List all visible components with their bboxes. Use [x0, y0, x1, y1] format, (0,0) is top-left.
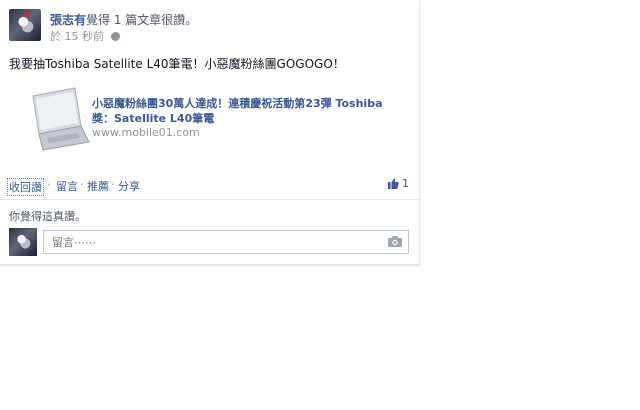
story-headline: 張志有覺得 1 篇文章很讚。: [50, 11, 197, 28]
timestamp[interactable]: 於 15 秒前: [50, 30, 104, 43]
avatar[interactable]: [9, 9, 41, 41]
avatar-accent: [24, 12, 30, 18]
story-action: 覺得 1 篇文章很讚。: [86, 13, 198, 27]
comment-box[interactable]: [43, 230, 409, 254]
recommend-link[interactable]: 推薦: [87, 178, 109, 194]
comment-link[interactable]: 留言: [56, 178, 78, 194]
post-text: 我要抽Toshiba Satellite L40筆電！小惡魔粉絲團GOGOGO！: [9, 57, 345, 71]
camera-icon[interactable]: [388, 236, 402, 247]
link-preview[interactable]: 小惡魔粉絲團30萬人達成！連積慶祝活動第23彈 Toshiba 獎：Satell…: [9, 78, 409, 156]
like-sentence: 你覺得這真讚。: [9, 210, 86, 223]
actions-bar: 收回讚 · 留言 · 推薦 · 分享 1: [7, 177, 411, 196]
story-meta: 於 15 秒前: [50, 28, 120, 44]
comment-input[interactable]: [50, 235, 374, 250]
author-name[interactable]: 張志有: [50, 13, 86, 27]
link-domain: www.mobile01.com: [92, 126, 200, 139]
separator: ·: [47, 178, 51, 191]
like-count[interactable]: 1: [387, 177, 409, 190]
laptop-icon[interactable]: [27, 86, 93, 152]
separator: ·: [80, 178, 84, 191]
link-title[interactable]: 小惡魔粉絲團30萬人達成！連積慶祝活動第23彈 Toshiba 獎：Satell…: [92, 96, 392, 126]
share-link[interactable]: 分享: [118, 178, 140, 194]
like-count-number[interactable]: 1: [402, 177, 409, 190]
separator: ·: [111, 178, 115, 191]
thumbs-up-icon: [387, 178, 399, 189]
globe-icon[interactable]: [110, 32, 120, 41]
unlike-button[interactable]: 收回讚: [7, 178, 44, 196]
feed-story: 張志有覺得 1 篇文章很讚。 於 15 秒前 我要抽Toshiba Satell…: [0, 0, 420, 265]
commenter-avatar: [9, 228, 37, 256]
divider: [0, 199, 419, 200]
